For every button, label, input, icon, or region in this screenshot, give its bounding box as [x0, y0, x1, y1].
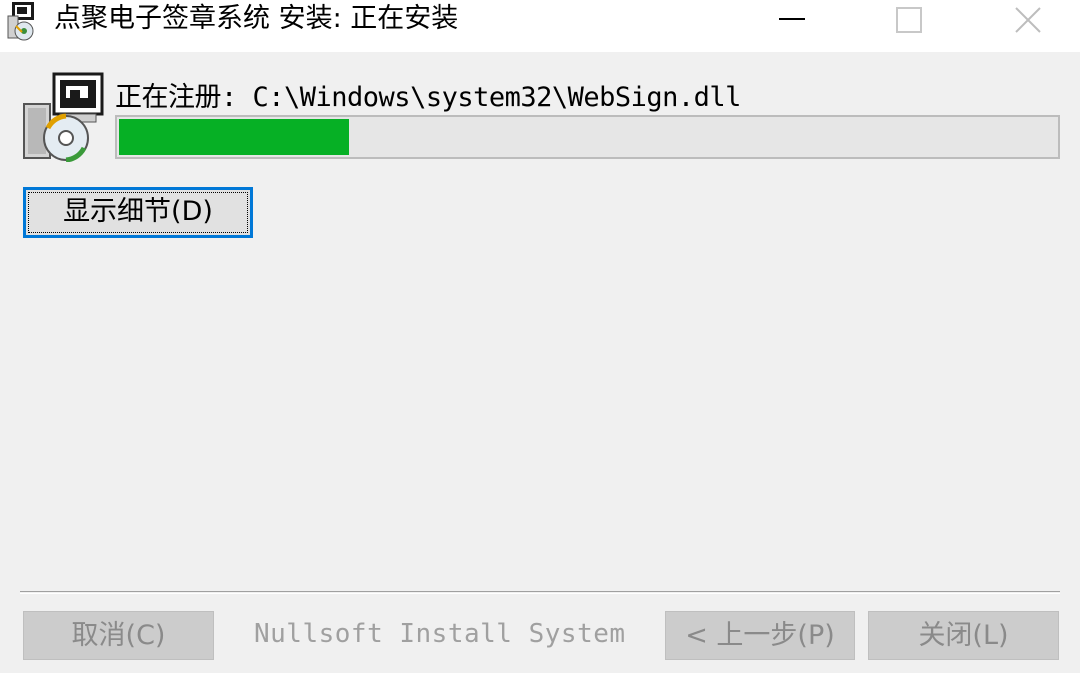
divider: [20, 591, 1060, 594]
setup-disc-icon: [23, 72, 104, 162]
installer-window: 点聚电子签章系统 安装: 正在安装 正在注册: C:\Windows\syste…: [0, 0, 1080, 673]
back-button[interactable]: < 上一步(P): [665, 611, 855, 660]
show-details-button[interactable]: 显示细节(D): [23, 187, 253, 238]
installer-icon: [7, 2, 34, 41]
window-title: 点聚电子签章系统 安装: 正在安装: [54, 3, 459, 34]
minimize-button[interactable]: [732, 0, 852, 40]
branding-text: Nullsoft Install System: [254, 619, 626, 649]
status-label: 正在注册: C:\Windows\system32\WebSign.dll: [115, 82, 741, 113]
close-window-button[interactable]: [968, 0, 1080, 40]
close-button[interactable]: 关闭(L): [868, 611, 1059, 660]
cancel-button[interactable]: 取消(C): [23, 611, 214, 660]
progress-fill: [119, 119, 349, 155]
close-icon: [1015, 7, 1041, 33]
progress-bar: [115, 115, 1060, 159]
title-bar[interactable]: 点聚电子签章系统 安装: 正在安装: [0, 0, 1080, 52]
maximize-button[interactable]: [848, 0, 968, 40]
